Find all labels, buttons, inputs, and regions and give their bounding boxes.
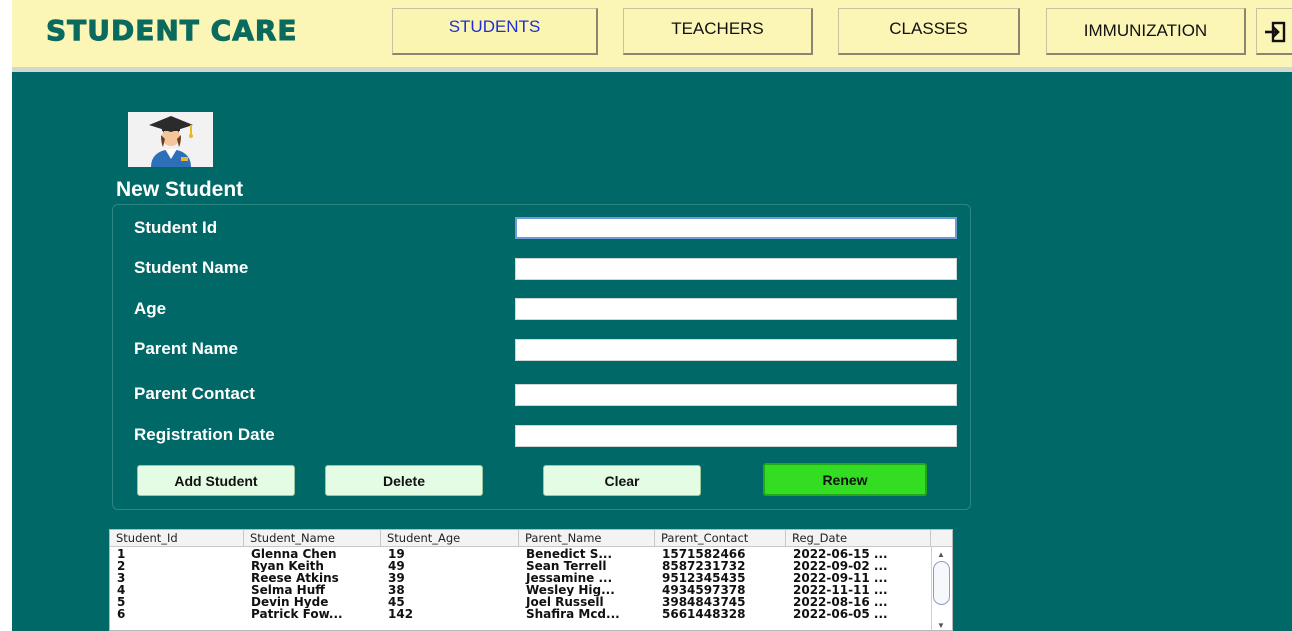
cell-student-id: 1	[117, 548, 126, 560]
app-window: STUDENT CARE STUDENTS TEACHERS CLASSES I…	[12, 0, 1292, 631]
registration-date-label: Registration Date	[134, 425, 275, 444]
cell-student-name: Patrick Fow...	[251, 608, 343, 620]
cell-student-name: Glenna Chen	[251, 548, 337, 560]
logout-button[interactable]	[1256, 8, 1292, 55]
column-header-student-id[interactable]: Student_Id	[110, 530, 244, 547]
column-header-reg-date[interactable]: Reg_Date	[786, 530, 931, 547]
cell-parent-name: Joel Russell	[526, 596, 604, 608]
scrollbar-thumb[interactable]	[933, 561, 950, 605]
cell-parent-contact: 3984843745	[662, 596, 746, 608]
cell-student-age: 45	[388, 596, 405, 608]
age-label: Age	[134, 299, 167, 318]
form-title: New Student	[116, 178, 244, 201]
cell-reg-date: 2022-08-16 ...	[793, 596, 888, 608]
nav-classes-button[interactable]: CLASSES	[838, 8, 1020, 55]
parent-name-input[interactable]	[515, 339, 957, 361]
student-avatar	[128, 112, 213, 167]
graduate-icon	[149, 116, 193, 167]
column-header-student-age[interactable]: Student_Age	[381, 530, 519, 547]
cell-parent-name: Sean Terrell	[526, 560, 607, 572]
logout-icon	[1265, 21, 1286, 43]
student-id-input[interactable]	[515, 217, 957, 239]
scroll-up-icon[interactable]: ▲	[937, 550, 945, 559]
cell-reg-date: 2022-06-05 ...	[793, 608, 888, 620]
cell-parent-contact: 4934597378	[662, 584, 746, 596]
renew-button[interactable]: Renew	[763, 463, 927, 496]
table-header: Student_Id Student_Name Student_Age Pare…	[110, 530, 952, 547]
parent-contact-label: Parent Contact	[134, 384, 255, 403]
cell-student-name: Devin Hyde	[251, 596, 329, 608]
table-row[interactable]: 6 Patrick Fow... 142 Shafira Mcd... 5661…	[110, 608, 932, 620]
cell-parent-contact: 8587231732	[662, 560, 746, 572]
top-navigation-bar: STUDENT CARE STUDENTS TEACHERS CLASSES I…	[12, 0, 1292, 72]
cell-student-id: 2	[117, 560, 126, 572]
cell-parent-contact: 1571582466	[662, 548, 746, 560]
cell-student-name: Reese Atkins	[251, 572, 339, 584]
table-body: 1 Glenna Chen 19 Benedict S... 157158246…	[110, 548, 932, 620]
cell-student-id: 6	[117, 608, 126, 620]
cell-student-age: 49	[388, 560, 405, 572]
parent-name-label: Parent Name	[134, 339, 238, 358]
nav-students-button[interactable]: STUDENTS	[392, 8, 598, 55]
table-scrollbar[interactable]: ▲ ▼	[931, 547, 952, 630]
student-name-label: Student Name	[134, 258, 249, 277]
column-header-student-name[interactable]: Student_Name	[244, 530, 381, 547]
cell-reg-date: 2022-09-02 ...	[793, 560, 888, 572]
cell-student-age: 38	[388, 584, 405, 596]
table-row[interactable]: 4 Selma Huff 38 Wesley Hig... 4934597378…	[110, 584, 932, 596]
cell-student-name: Selma Huff	[251, 584, 325, 596]
column-header-parent-contact[interactable]: Parent_Contact	[655, 530, 786, 547]
column-header-parent-name[interactable]: Parent_Name	[519, 530, 655, 547]
nav-teachers-button[interactable]: TEACHERS	[623, 8, 813, 55]
brand-title: STUDENT CARE	[46, 14, 298, 48]
cell-student-id: 4	[117, 584, 126, 596]
table-row[interactable]: 1 Glenna Chen 19 Benedict S... 157158246…	[110, 548, 932, 560]
cell-parent-name: Wesley Hig...	[526, 584, 615, 596]
clear-button[interactable]: Clear	[543, 465, 701, 496]
cell-student-name: Ryan Keith	[251, 560, 324, 572]
registration-date-input[interactable]	[515, 425, 957, 447]
add-student-button[interactable]: Add Student	[137, 465, 295, 496]
parent-contact-input[interactable]	[515, 384, 957, 406]
student-id-label: Student Id	[134, 218, 218, 237]
new-student-form: Student Id Student Name Age Parent Name …	[112, 204, 971, 510]
cell-student-id: 5	[117, 596, 126, 608]
cell-reg-date: 2022-06-15 ...	[793, 548, 888, 560]
cell-student-age: 142	[388, 608, 414, 620]
cell-reg-date: 2022-09-11 ...	[793, 572, 888, 584]
scroll-down-icon[interactable]: ▼	[937, 621, 945, 630]
age-input[interactable]	[515, 298, 957, 320]
cell-reg-date: 2022-11-11 ...	[793, 584, 888, 596]
student-name-input[interactable]	[515, 258, 957, 280]
cell-parent-name: Jessamine ...	[526, 572, 613, 584]
table-row[interactable]: 5 Devin Hyde 45 Joel Russell 3984843745 …	[110, 596, 932, 608]
cell-parent-name: Shafira Mcd...	[526, 608, 620, 620]
students-table[interactable]: Student_Id Student_Name Student_Age Pare…	[109, 529, 953, 631]
cell-student-age: 19	[388, 548, 405, 560]
table-row[interactable]: 2 Ryan Keith 49 Sean Terrell 8587231732 …	[110, 560, 932, 572]
cell-student-age: 39	[388, 572, 405, 584]
table-row[interactable]: 3 Reese Atkins 39 Jessamine ... 95123454…	[110, 572, 932, 584]
delete-button[interactable]: Delete	[325, 465, 483, 496]
cell-parent-contact: 5661448328	[662, 608, 746, 620]
nav-immunization-button[interactable]: IMMUNIZATION	[1046, 8, 1246, 55]
background-strip	[953, 529, 1292, 631]
cell-parent-name: Benedict S...	[526, 548, 613, 560]
cell-parent-contact: 9512345435	[662, 572, 746, 584]
cell-student-id: 3	[117, 572, 126, 584]
